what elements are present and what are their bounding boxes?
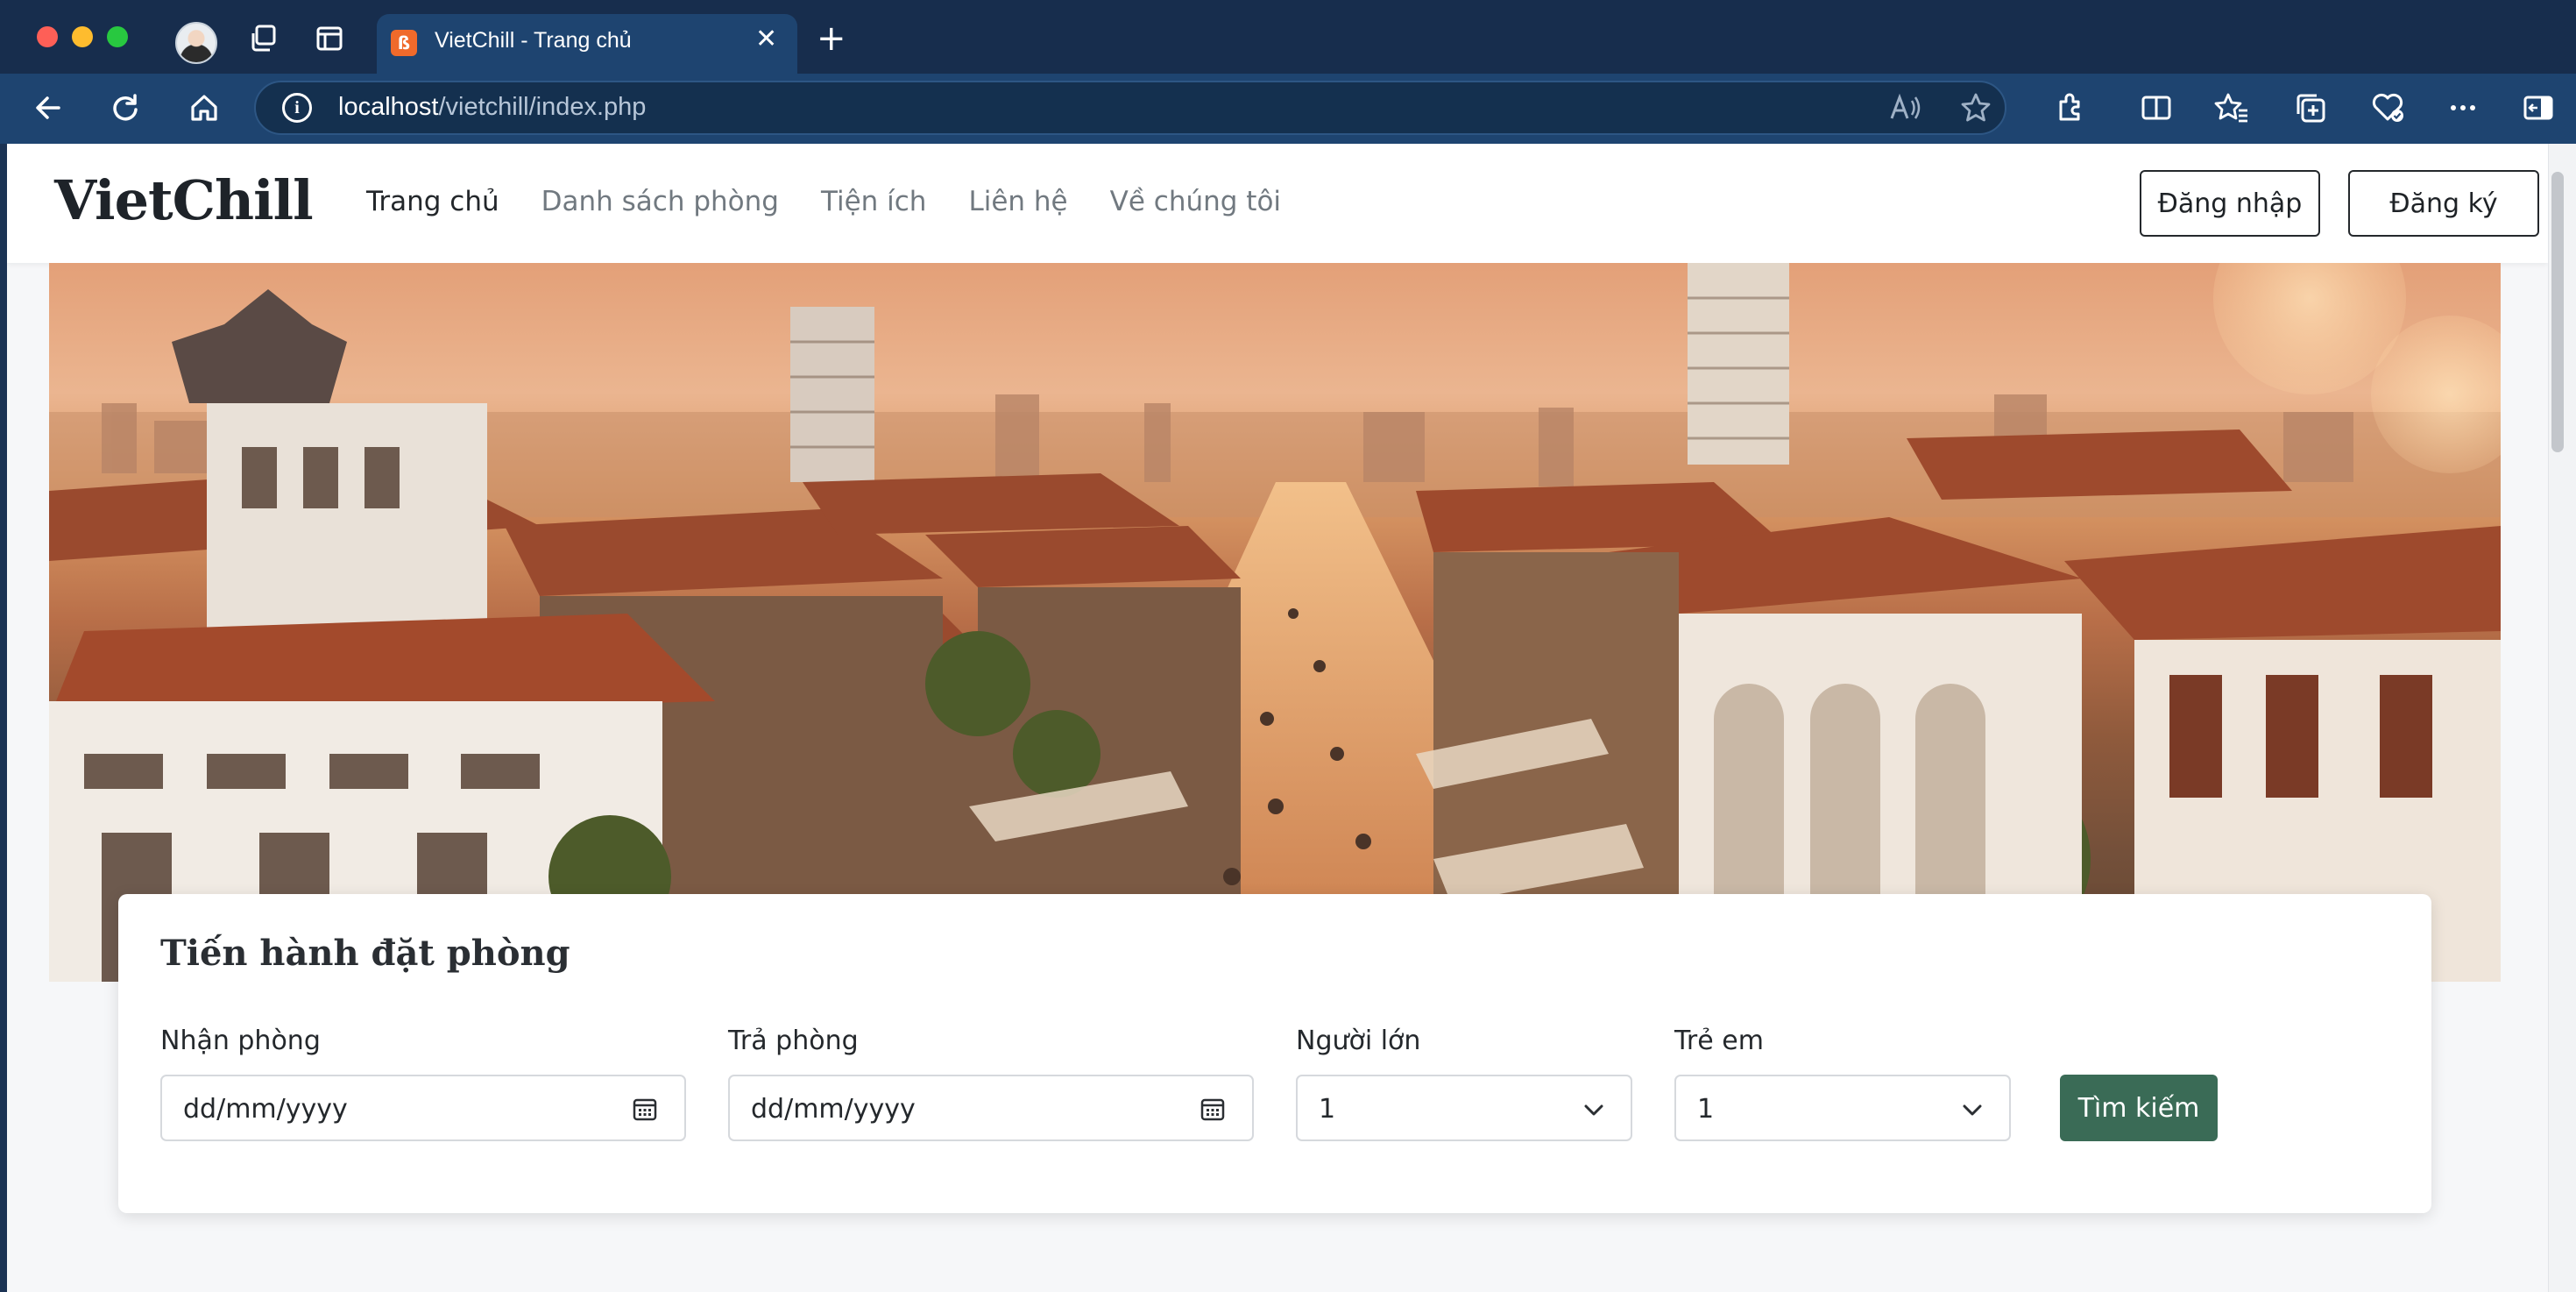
close-icon[interactable]: ✕ [755, 26, 777, 53]
new-tab-icon[interactable]: + [817, 21, 846, 56]
scrollbar-thumb[interactable] [2551, 172, 2564, 452]
search-button[interactable]: Tìm kiếm [2060, 1075, 2218, 1141]
more-options-icon[interactable] [2443, 88, 2483, 128]
collections-icon[interactable] [2290, 88, 2331, 128]
site-navbar: VietChill Trang chủ Danh sách phòng Tiện… [7, 144, 2548, 263]
tab-actions-icon[interactable] [310, 19, 349, 58]
children-label: Trẻ em [1674, 1026, 1764, 1056]
extensions-icon[interactable] [2050, 88, 2091, 128]
adults-value: 1 [1319, 1094, 1336, 1125]
register-button[interactable]: Đăng ký [2348, 170, 2539, 237]
favorites-icon[interactable] [2212, 88, 2252, 128]
tab-title: VietChill - Trang chủ [435, 28, 632, 53]
home-icon[interactable] [184, 88, 224, 128]
nav-link-about[interactable]: Về chúng tôi [1110, 186, 1281, 217]
calendar-icon[interactable] [1200, 1096, 1226, 1122]
favorite-star-icon[interactable] [1956, 88, 1996, 128]
checkout-date-input[interactable]: dd/mm/yyyy [728, 1075, 1254, 1141]
chevron-down-icon [1963, 1104, 1982, 1116]
checkin-date-input[interactable]: dd/mm/yyyy [160, 1075, 686, 1141]
back-arrow-icon[interactable] [28, 88, 68, 128]
checkin-label: Nhận phòng [160, 1026, 321, 1056]
booking-card: Tiến hành đặt phòng Nhận phòng dd/mm/yyy… [118, 894, 2431, 1213]
url-text[interactable]: localhost/vietchill/index.php [338, 93, 646, 122]
refresh-icon[interactable] [105, 88, 145, 128]
xampp-favicon-icon: ß [391, 30, 417, 56]
split-screen-icon[interactable] [2136, 88, 2176, 128]
chevron-down-icon [1584, 1104, 1603, 1116]
nav-link-home[interactable]: Trang chủ [366, 186, 499, 217]
checkout-label: Trả phòng [728, 1026, 859, 1056]
nav-link-facilities[interactable]: Tiện ích [821, 186, 926, 217]
calendar-icon[interactable] [632, 1096, 658, 1122]
browser-essentials-icon[interactable] [2367, 88, 2408, 128]
window-minimize-button[interactable] [72, 26, 93, 47]
url-host: localhost [338, 93, 439, 121]
adults-select[interactable]: 1 [1296, 1075, 1632, 1141]
workspaces-icon[interactable] [245, 19, 284, 58]
children-select[interactable]: 1 [1674, 1075, 2011, 1141]
checkin-placeholder: dd/mm/yyyy [183, 1094, 348, 1125]
url-path: /vietchill/index.php [438, 93, 647, 121]
adults-label: Người lớn [1296, 1026, 1421, 1056]
page-viewport: VietChill Trang chủ Danh sách phòng Tiện… [7, 144, 2548, 1292]
children-value: 1 [1697, 1094, 1715, 1125]
window-maximize-button[interactable] [107, 26, 128, 47]
read-aloud-icon[interactable] [1886, 88, 1926, 128]
checkout-placeholder: dd/mm/yyyy [751, 1094, 916, 1125]
nav-link-rooms[interactable]: Danh sách phòng [541, 186, 779, 217]
nav-link-contact[interactable]: Liên hệ [968, 186, 1067, 217]
booking-title: Tiến hành đặt phòng [160, 933, 570, 974]
window-close-button[interactable] [37, 26, 58, 47]
nav-links: Trang chủ Danh sách phòng Tiện ích Liên … [366, 186, 1281, 217]
site-brand-logo[interactable]: VietChill [54, 168, 314, 232]
profile-avatar[interactable] [175, 22, 217, 64]
login-button[interactable]: Đăng nhập [2140, 170, 2320, 237]
site-info-icon[interactable]: i [282, 93, 312, 123]
sidebar-toggle-icon[interactable] [2518, 88, 2558, 128]
hero-banner-image [49, 263, 2501, 982]
